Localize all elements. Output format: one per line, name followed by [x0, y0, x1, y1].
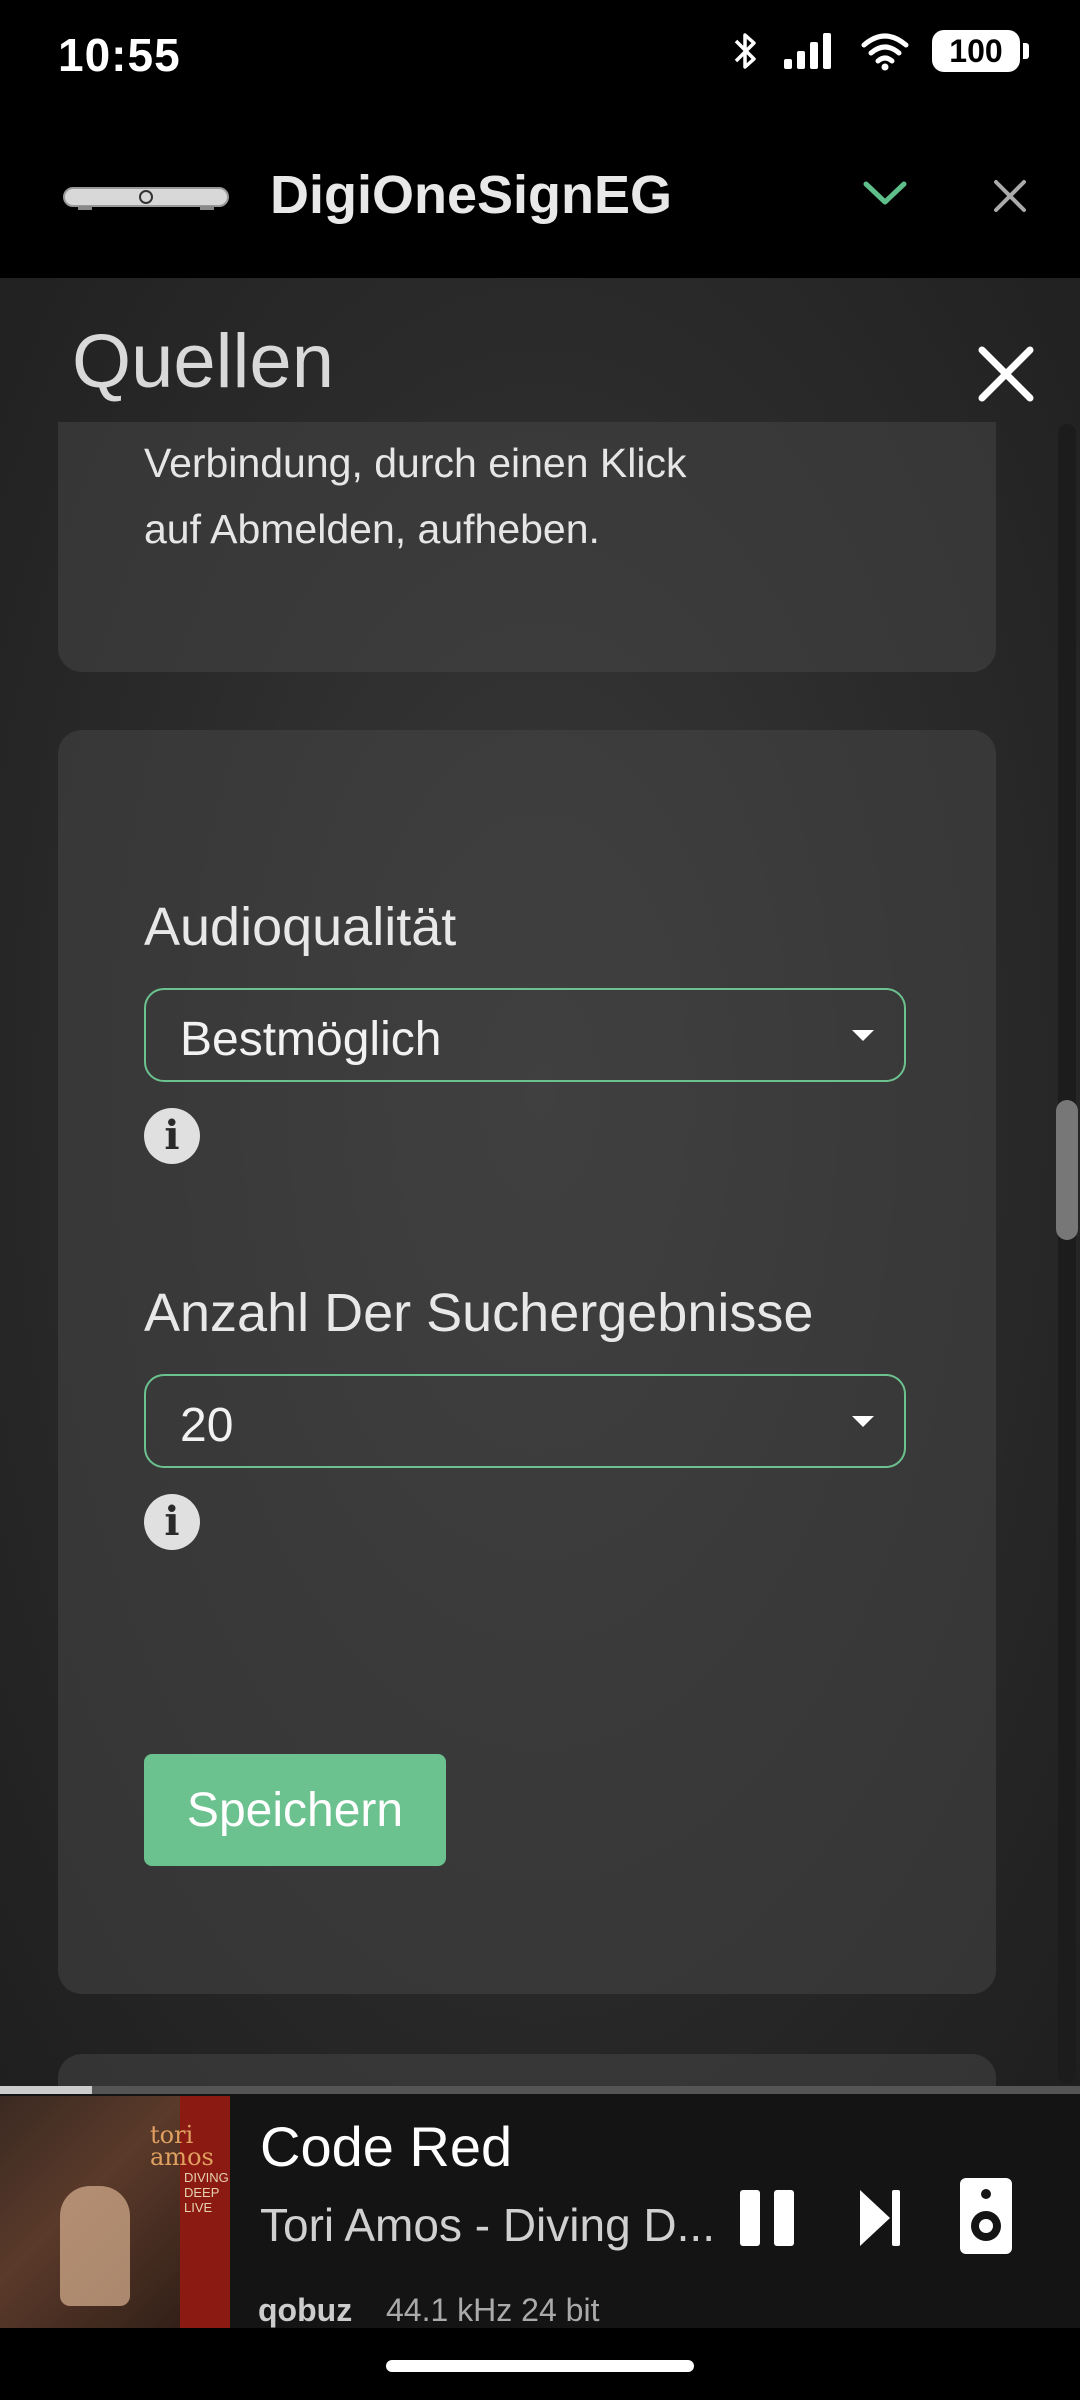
disconnect-info-text: Verbindung, durch einen Klick auf Abmeld…: [144, 430, 686, 562]
disconnect-text-line2: auf Abmelden, aufheben.: [144, 506, 600, 552]
close-icon[interactable]: [990, 176, 1030, 216]
info-icon[interactable]: i: [144, 1494, 200, 1550]
sources-panel: Quellen Verbindung, durch einen Klick au…: [0, 278, 1080, 2086]
album-art[interactable]: tori amos DIVING DEEP LIVE: [0, 2096, 230, 2328]
scrollbar-thumb[interactable]: [1056, 1100, 1078, 1240]
page-title: Quellen: [72, 319, 334, 404]
search-results-value: 20: [180, 1399, 234, 1452]
info-icon[interactable]: i: [144, 1108, 200, 1164]
album-art-text: tori amos: [150, 2121, 214, 2171]
bluetooth-icon: [734, 33, 756, 69]
audio-quality-value: Bestmöglich: [180, 1013, 442, 1066]
home-indicator[interactable]: [386, 2360, 694, 2372]
speaker-icon[interactable]: [958, 2176, 1014, 2256]
settings-scroll-area[interactable]: Verbindung, durch einen Klick auf Abmeld…: [0, 422, 1080, 2086]
home-bar: [0, 2328, 1080, 2400]
skip-next-icon[interactable]: [858, 2188, 902, 2248]
track-artist: Tori Amos - Diving D...: [260, 2199, 715, 2251]
album-art-figure: [60, 2186, 130, 2306]
service-logo: qobuz: [258, 2292, 353, 2328]
status-icons: 100: [730, 30, 1029, 72]
save-button[interactable]: Speichern: [144, 1754, 446, 1866]
device-header: DigiOneSignEG: [0, 120, 1080, 278]
chevron-down-icon[interactable]: [860, 172, 910, 212]
signal-icon: [784, 33, 831, 69]
account-card: Verbindung, durch einen Klick auf Abmeld…: [58, 422, 996, 672]
track-title: Code Red: [260, 2115, 513, 2178]
audio-quality-label: Audioqualität: [144, 897, 457, 957]
wifi-icon: [861, 33, 909, 71]
battery-indicator: 100: [932, 30, 1029, 72]
search-results-select[interactable]: 20: [144, 1374, 906, 1468]
audio-format: 44.1 kHz 24 bit: [386, 2292, 600, 2328]
playback-progress-fill: [0, 2086, 92, 2094]
album-art-subtext: DIVING DEEP LIVE: [184, 2170, 229, 2215]
mini-player[interactable]: tori amos DIVING DEEP LIVE Code Red Tori…: [0, 2094, 1080, 2328]
pause-icon[interactable]: [738, 2188, 798, 2248]
next-card: [58, 2054, 996, 2086]
status-time: 10:55: [58, 29, 181, 81]
search-results-label: Anzahl Der Suchergebnisse: [144, 1283, 814, 1343]
close-panel-icon[interactable]: [976, 344, 1036, 404]
caret-down-icon: [852, 1416, 874, 1427]
device-name[interactable]: DigiOneSignEG: [270, 164, 672, 226]
scrollbar-rail: [1058, 424, 1076, 2084]
streamer-device-icon: [63, 187, 229, 210]
disconnect-text-line1: Verbindung, durch einen Klick: [144, 440, 687, 486]
playback-progress-bar[interactable]: [0, 2086, 1080, 2094]
settings-card: Audioqualität Bestmöglich i Anzahl Der S…: [58, 730, 996, 1994]
audio-quality-select[interactable]: Bestmöglich: [144, 988, 906, 1082]
status-bar: 10:55 100: [0, 0, 1080, 120]
caret-down-icon: [852, 1030, 874, 1041]
scrollbar[interactable]: [1052, 424, 1080, 2084]
